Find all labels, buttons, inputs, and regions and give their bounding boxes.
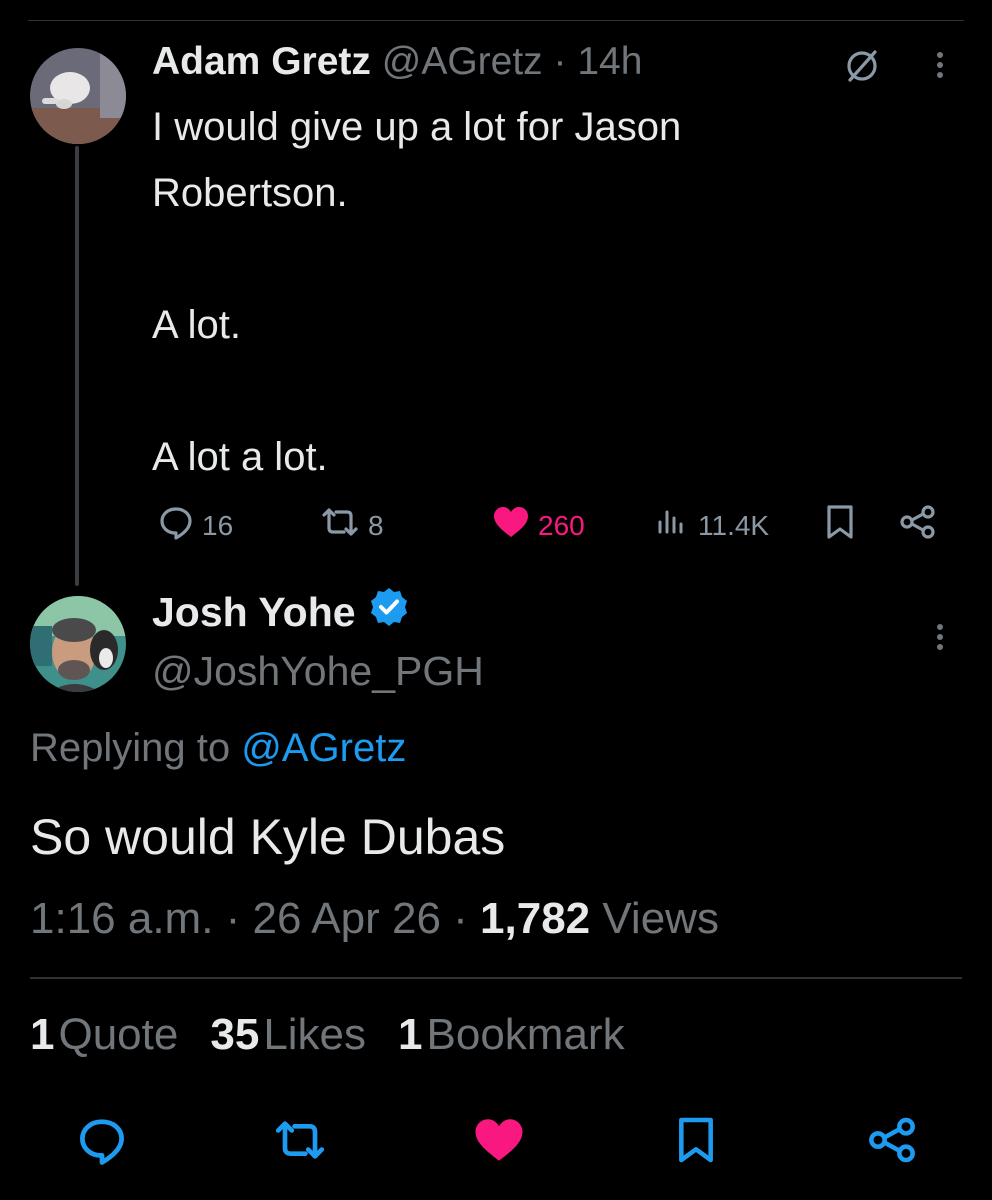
share-icon bbox=[866, 1112, 922, 1173]
tweet1-more-icon[interactable] bbox=[937, 48, 943, 82]
tweet2-engagement-stats: 1Quote 35Likes 1Bookmark bbox=[30, 1010, 625, 1060]
tweet2-author-name[interactable]: Josh Yohe bbox=[152, 589, 356, 636]
quotes-label: Quote bbox=[58, 1010, 179, 1059]
tweet2-views-count: 1,782 bbox=[480, 894, 591, 943]
tweet2-more-icon[interactable] bbox=[937, 620, 943, 654]
retweet-icon bbox=[318, 502, 362, 549]
tweet2-meta: 1:16 a.m. · 26 Apr 26 · 1,782 Views bbox=[30, 894, 719, 943]
quotes-stat[interactable]: 1Quote bbox=[30, 1010, 178, 1060]
bookmark-icon bbox=[822, 502, 858, 549]
bookmarks-stat[interactable]: 1Bookmark bbox=[398, 1010, 625, 1060]
likes-label: Likes bbox=[263, 1010, 367, 1059]
tweet1-share-button[interactable] bbox=[898, 502, 940, 549]
tweet2-action-bar bbox=[0, 1112, 992, 1172]
avatar-josh-yohe[interactable] bbox=[30, 596, 126, 692]
tweet1-retweet-count: 8 bbox=[368, 509, 384, 541]
tweet1-line-3: A lot a lot. bbox=[152, 435, 328, 479]
tweet2-time[interactable]: 1:16 a.m. bbox=[30, 894, 213, 943]
likes-count: 35 bbox=[210, 1010, 260, 1059]
reply-icon bbox=[156, 502, 196, 549]
tweet1-author-name[interactable]: Adam Gretz bbox=[152, 40, 371, 83]
retweet-icon bbox=[270, 1112, 330, 1173]
tweet2-views-label: Views bbox=[602, 894, 719, 943]
reply-icon bbox=[74, 1112, 130, 1173]
tweet1-body: I would give up a lot for Jason Robertso… bbox=[152, 94, 872, 490]
likes-stat[interactable]: 35Likes bbox=[210, 1010, 366, 1060]
views-icon bbox=[652, 502, 692, 549]
verified-badge-icon bbox=[368, 586, 410, 638]
tweet1-header: Adam Gretz @AGretz · 14h bbox=[152, 40, 642, 84]
tweet2-reply-button[interactable] bbox=[74, 1112, 130, 1173]
tweet1-author-handle[interactable]: @AGretz bbox=[382, 40, 543, 83]
tweet1-views-button[interactable]: 11.4K bbox=[652, 502, 769, 549]
tweet2-body: So would Kyle Dubas bbox=[30, 809, 506, 865]
bookmarks-count: 1 bbox=[398, 1010, 423, 1059]
heart-icon bbox=[490, 502, 532, 549]
tweet1-time[interactable]: 14h bbox=[577, 40, 642, 83]
tweet1-line-1: I would give up a lot for Jason Robertso… bbox=[152, 105, 682, 215]
stats-divider bbox=[30, 977, 962, 979]
replying-prefix: Replying to bbox=[30, 726, 231, 770]
avatar-adam-gretz[interactable] bbox=[30, 48, 126, 144]
share-icon bbox=[898, 502, 940, 549]
tweet2-retweet-button[interactable] bbox=[270, 1112, 330, 1173]
tweet1-like-count: 260 bbox=[538, 509, 585, 541]
grok-icon[interactable] bbox=[842, 46, 882, 91]
tweet2-like-button[interactable] bbox=[470, 1112, 528, 1173]
quotes-count: 1 bbox=[30, 1010, 55, 1059]
top-divider bbox=[28, 20, 964, 21]
tweet2-date[interactable]: 26 Apr 26 bbox=[253, 894, 441, 943]
tweet1-bookmark-button[interactable] bbox=[822, 502, 858, 549]
tweet2-share-button[interactable] bbox=[866, 1112, 922, 1173]
tweet1-line-2: A lot. bbox=[152, 303, 241, 347]
bookmark-icon bbox=[672, 1112, 720, 1173]
bookmarks-label: Bookmark bbox=[426, 1010, 625, 1059]
tweet1-reply-button[interactable]: 16 bbox=[156, 502, 233, 549]
tweet2-bookmark-button[interactable] bbox=[672, 1112, 720, 1173]
tweet1-action-bar: 16 8 260 11.4K bbox=[0, 498, 992, 542]
tweet1-reply-count: 16 bbox=[202, 509, 234, 541]
tweet1-retweet-button[interactable]: 8 bbox=[318, 502, 384, 549]
tweet2-author-handle[interactable]: @JoshYohe_PGH bbox=[152, 648, 484, 695]
tweet1-dot: · bbox=[542, 40, 578, 83]
tweet1-views-count: 11.4K bbox=[698, 509, 770, 541]
replying-to-line: Replying to @AGretz bbox=[30, 726, 406, 771]
tweet1-like-button[interactable]: 260 bbox=[490, 502, 585, 549]
tweet2-author-row: Josh Yohe bbox=[152, 586, 410, 638]
heart-icon bbox=[470, 1112, 528, 1173]
replying-mention-link[interactable]: @AGretz bbox=[241, 726, 406, 770]
